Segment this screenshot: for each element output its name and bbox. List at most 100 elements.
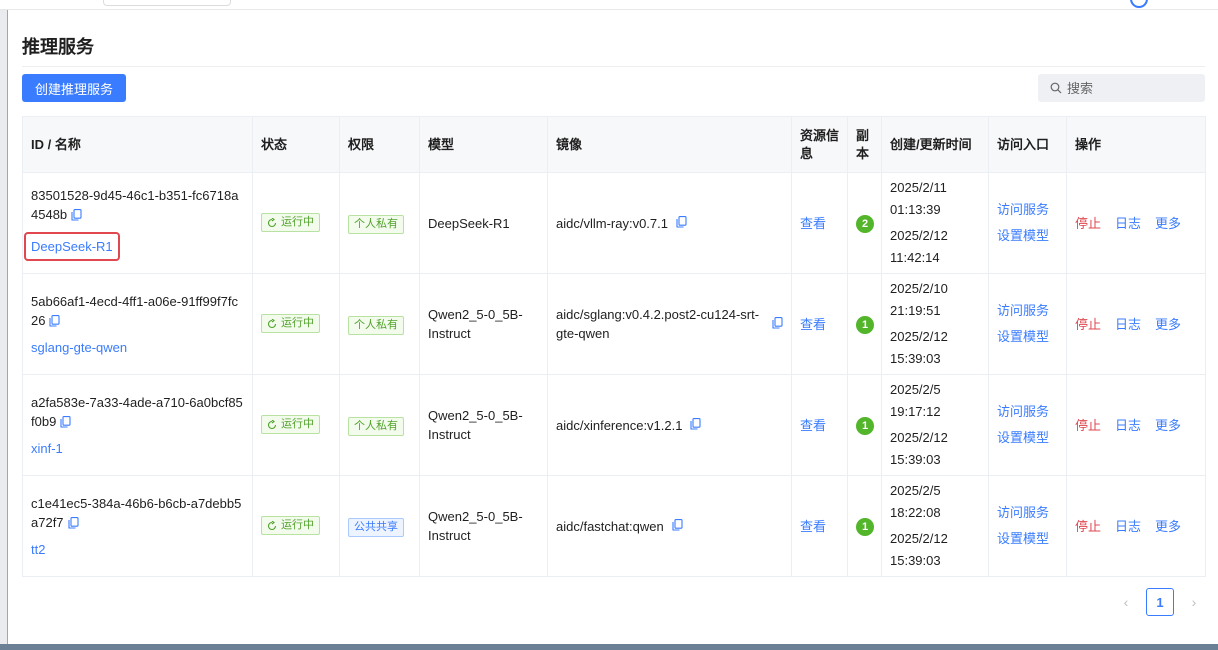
copy-icon[interactable] [60, 414, 71, 433]
user-avatar[interactable] [1130, 0, 1148, 8]
log-button[interactable]: 日志 [1115, 519, 1141, 534]
status-label: 运行中 [281, 317, 314, 330]
table-row: 5ab66af1-4ecd-4ff1-a06e-91ff99f7fc26 sgl… [22, 273, 1206, 375]
header-status: 状态 [252, 116, 340, 173]
header-replicas: 副本 [847, 116, 882, 173]
refresh-icon [267, 520, 277, 530]
id-name-cell: 83501528-9d45-46c1-b351-fc6718a4548b Dee… [22, 172, 253, 274]
created-time: 2025/2/5 18:22:08 [890, 483, 941, 520]
header-model: 模型 [419, 116, 548, 173]
stop-button[interactable]: 停止 [1075, 519, 1101, 534]
header-actions: 操作 [1066, 116, 1206, 173]
main-panel: 推理服务 创建推理服务 ID / 名称 状态 权限 模型 镜像 资源信息 副本 … [8, 10, 1218, 644]
stop-button[interactable]: 停止 [1075, 216, 1101, 231]
copy-icon[interactable] [690, 416, 702, 435]
create-inference-service-button[interactable]: 创建推理服务 [22, 74, 126, 102]
status-label: 运行中 [281, 418, 314, 431]
table-row: a2fa583e-7a33-4ade-a710-6a0bcf85f0b9 xin… [22, 374, 1206, 476]
copy-icon[interactable] [676, 214, 687, 233]
more-button[interactable]: 更多 [1155, 317, 1181, 332]
created-time: 2025/2/10 21:19:51 [890, 281, 948, 318]
updated-time: 2025/2/12 15:39:03 [890, 430, 948, 467]
refresh-icon [267, 318, 277, 328]
copy-icon[interactable] [71, 207, 82, 226]
view-resource-link[interactable]: 查看 [800, 216, 826, 231]
status-badge: 运行中 [261, 314, 320, 334]
set-model-link[interactable]: 设置模型 [997, 223, 1058, 249]
table-row: 83501528-9d45-46c1-b351-fc6718a4548b Dee… [22, 172, 1206, 274]
search-input[interactable] [1067, 80, 1187, 96]
service-id: 83501528-9d45-46c1-b351-fc6718a4548b [31, 187, 239, 222]
image-name: aidc/vllm-ray:v0.7.1 [556, 215, 668, 231]
refresh-icon [267, 419, 277, 429]
log-button[interactable]: 日志 [1115, 317, 1141, 332]
visit-service-link[interactable]: 访问服务 [997, 197, 1058, 223]
replica-count-badge: 2 [856, 215, 874, 234]
view-resource-link[interactable]: 查看 [800, 418, 826, 433]
search-icon [1050, 82, 1062, 94]
next-page-button[interactable]: › [1184, 594, 1204, 610]
search-box[interactable] [1038, 74, 1205, 102]
stop-button[interactable]: 停止 [1075, 317, 1101, 332]
header-id-name: ID / 名称 [22, 116, 253, 173]
more-button[interactable]: 更多 [1155, 418, 1181, 433]
replica-count-badge: 1 [856, 518, 874, 537]
set-model-link[interactable]: 设置模型 [997, 526, 1058, 552]
id-name-cell: c1e41ec5-384a-46b6-b6cb-a7debb5a72f7 tt2 [22, 475, 253, 577]
service-name-link[interactable]: DeepSeek-R1 [24, 231, 120, 261]
title-divider [22, 66, 1205, 67]
copy-icon[interactable] [772, 315, 783, 334]
status-badge: 运行中 [261, 415, 320, 435]
more-button[interactable]: 更多 [1155, 216, 1181, 231]
header-permission: 权限 [339, 116, 420, 173]
model-cell: Qwen2_5-0_5B-Instruct [419, 273, 548, 375]
copy-icon[interactable] [67, 515, 79, 534]
visit-service-link[interactable]: 访问服务 [997, 399, 1058, 425]
log-button[interactable]: 日志 [1115, 418, 1141, 433]
status-label: 运行中 [281, 519, 314, 532]
service-id: c1e41ec5-384a-46b6-b6cb-a7debb5a72f7 [31, 495, 242, 530]
replica-count-badge: 1 [856, 316, 874, 335]
view-resource-link[interactable]: 查看 [800, 519, 826, 534]
bottom-edge [0, 644, 1218, 650]
status-badge: 运行中 [261, 516, 320, 536]
id-name-cell: a2fa583e-7a33-4ade-a710-6a0bcf85f0b9 xin… [22, 374, 253, 476]
updated-time: 2025/2/12 15:39:03 [890, 329, 948, 366]
image-name: aidc/sglang:v0.4.2.post2-cu124-srt-gte-q… [556, 307, 760, 341]
status-badge: 运行中 [261, 213, 320, 233]
header-image: 镜像 [547, 116, 792, 173]
view-resource-link[interactable]: 查看 [800, 317, 826, 332]
stop-button[interactable]: 停止 [1075, 418, 1101, 433]
copy-icon[interactable] [672, 517, 683, 536]
permission-badge: 个人私有 [348, 315, 404, 335]
replica-count-badge: 1 [856, 417, 874, 436]
copy-icon[interactable] [49, 313, 61, 332]
permission-badge: 个人私有 [348, 214, 404, 234]
image-name: aidc/fastchat:qwen [556, 518, 664, 534]
more-button[interactable]: 更多 [1155, 519, 1181, 534]
updated-time: 2025/2/12 11:42:14 [890, 228, 948, 265]
service-name-link[interactable]: xinf-1 [31, 439, 63, 458]
header-access: 访问入口 [988, 116, 1067, 173]
created-time: 2025/2/11 01:13:39 [890, 180, 947, 217]
visit-service-link[interactable]: 访问服务 [997, 298, 1058, 324]
set-model-link[interactable]: 设置模型 [997, 425, 1058, 451]
model-cell: Qwen2_5-0_5B-Instruct [419, 475, 548, 577]
visit-service-link[interactable]: 访问服务 [997, 500, 1058, 526]
log-button[interactable]: 日志 [1115, 216, 1141, 231]
prev-page-button[interactable]: ‹ [1116, 594, 1136, 610]
permission-badge: 公共共享 [348, 517, 404, 537]
table-header-row: ID / 名称 状态 权限 模型 镜像 资源信息 副本 创建/更新时间 访问入口… [22, 116, 1206, 173]
model-cell: Qwen2_5-0_5B-Instruct [419, 374, 548, 476]
permission-badge: 个人私有 [348, 416, 404, 436]
service-name-link[interactable]: sglang-gte-qwen [31, 338, 127, 357]
set-model-link[interactable]: 设置模型 [997, 324, 1058, 350]
updated-time: 2025/2/12 15:39:03 [890, 531, 948, 568]
page-number-current[interactable]: 1 [1146, 588, 1174, 616]
top-search-field[interactable] [103, 0, 231, 6]
inference-service-table: ID / 名称 状态 权限 模型 镜像 资源信息 副本 创建/更新时间 访问入口… [22, 116, 1206, 577]
page-title: 推理服务 [22, 37, 94, 57]
service-name-link[interactable]: tt2 [31, 540, 45, 559]
image-name: aidc/xinference:v1.2.1 [556, 417, 683, 433]
created-time: 2025/2/5 19:17:12 [890, 382, 941, 419]
